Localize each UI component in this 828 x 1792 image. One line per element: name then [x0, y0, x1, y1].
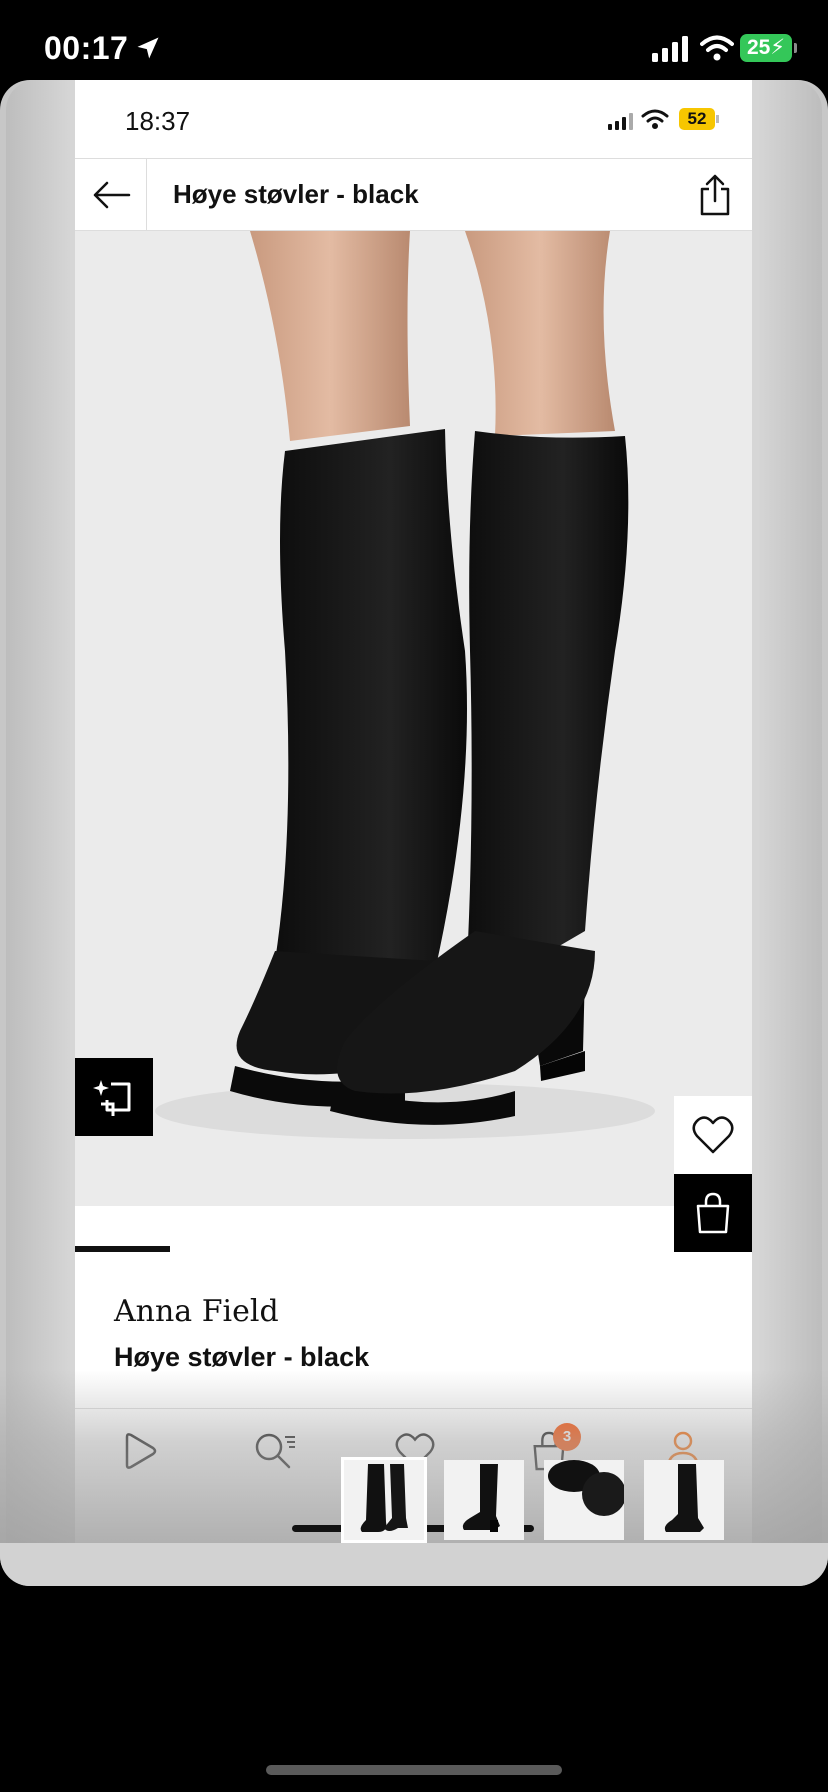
location-arrow-icon: [137, 37, 159, 59]
product-name: Høye støvler - black: [114, 1342, 370, 1372]
thumbnail-boots-closeup: [544, 1460, 624, 1540]
device-time: 00:17: [44, 30, 129, 66]
thumbnail-item[interactable]: [444, 1460, 524, 1540]
brand-name[interactable]: Anna Field: [114, 1294, 279, 1329]
page-title: Høye støvler - black: [173, 179, 419, 209]
device-status-bar: 00:17 25⚡: [0, 0, 828, 80]
search-list-icon: [255, 1433, 295, 1469]
gallery-progress-fill: [75, 1246, 170, 1252]
battery-level: 25: [746, 36, 771, 59]
heart-icon: [692, 1116, 734, 1154]
tab-discover[interactable]: [115, 1427, 163, 1475]
thumbnail-strip: [341, 1457, 724, 1543]
app-battery-indicator: 52: [679, 108, 719, 130]
battery-indicator: 25⚡: [740, 34, 797, 62]
visual-search-icon: [93, 1080, 131, 1116]
card-footer: [0, 1543, 828, 1586]
product-image-carousel[interactable]: [75, 231, 752, 1206]
back-button[interactable]: [75, 159, 147, 231]
share-button[interactable]: [692, 171, 738, 219]
cellular-signal-icon: [652, 36, 688, 62]
thumbnail-item[interactable]: [644, 1460, 724, 1540]
add-to-bag-button[interactable]: [674, 1174, 752, 1252]
app-status-time: 18:37: [125, 106, 191, 136]
thumbnail-boot-side-alt: [644, 1460, 724, 1540]
shopping-bag-icon: [696, 1192, 730, 1234]
product-header: Høye støvler - black: [75, 158, 752, 231]
wifi-icon: [700, 35, 734, 61]
app-status-bar: 18:37 52: [75, 80, 752, 158]
add-to-wishlist-button[interactable]: [674, 1096, 752, 1174]
thumbnail-item[interactable]: [341, 1457, 427, 1543]
share-icon: [700, 174, 730, 216]
thumbnail-boot-side: [444, 1460, 524, 1540]
arrow-left-icon: [93, 181, 130, 209]
app-screen[interactable]: 18:37 52 Høye støvler - black Anna Field…: [75, 80, 752, 1546]
play-icon: [125, 1433, 157, 1469]
cellular-signal-icon: [608, 113, 633, 130]
thumbnail-boots-front: [344, 1460, 424, 1540]
gallery-progress: [75, 1246, 752, 1252]
tab-search[interactable]: [251, 1427, 299, 1475]
product-photo-boots: [155, 231, 655, 1139]
wifi-icon: [641, 109, 669, 129]
find-similar-button[interactable]: [75, 1058, 153, 1136]
home-indicator[interactable]: [266, 1765, 562, 1775]
thumbnail-item[interactable]: [544, 1460, 624, 1540]
cart-count-badge: 3: [553, 1423, 581, 1451]
